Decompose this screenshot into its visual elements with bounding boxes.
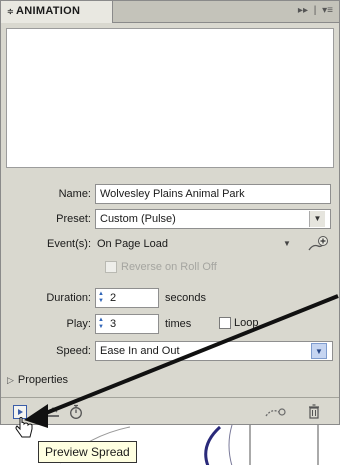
annotation-arrow bbox=[24, 294, 339, 428]
preview-spread-tooltip: Preview Spread bbox=[38, 441, 137, 463]
hand-cursor-icon bbox=[15, 417, 33, 438]
